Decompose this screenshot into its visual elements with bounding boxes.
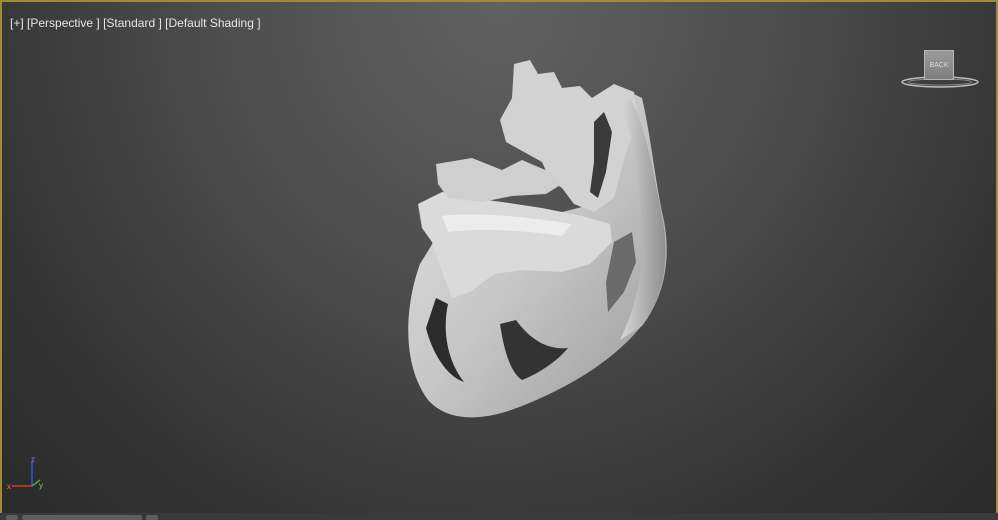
x-axis-label: x [7, 482, 11, 491]
viewcube[interactable]: BACK [898, 46, 982, 90]
y-axis-label: y [39, 481, 43, 490]
z-axis-label: z [31, 455, 35, 464]
heart-3d-model[interactable] [2, 2, 998, 520]
timeline-left-handle[interactable] [6, 515, 18, 520]
timeline-right-handle[interactable] [146, 515, 158, 520]
axis-tripod-gizmo: z x y [7, 455, 43, 491]
timeline-scroll-thumb[interactable] [22, 515, 142, 520]
heart-vessel-left-shape [436, 158, 562, 202]
viewcube-back-face[interactable]: BACK [924, 50, 954, 80]
perspective-viewport[interactable]: [+] [Perspective ] [Standard ] [Default … [0, 0, 998, 520]
